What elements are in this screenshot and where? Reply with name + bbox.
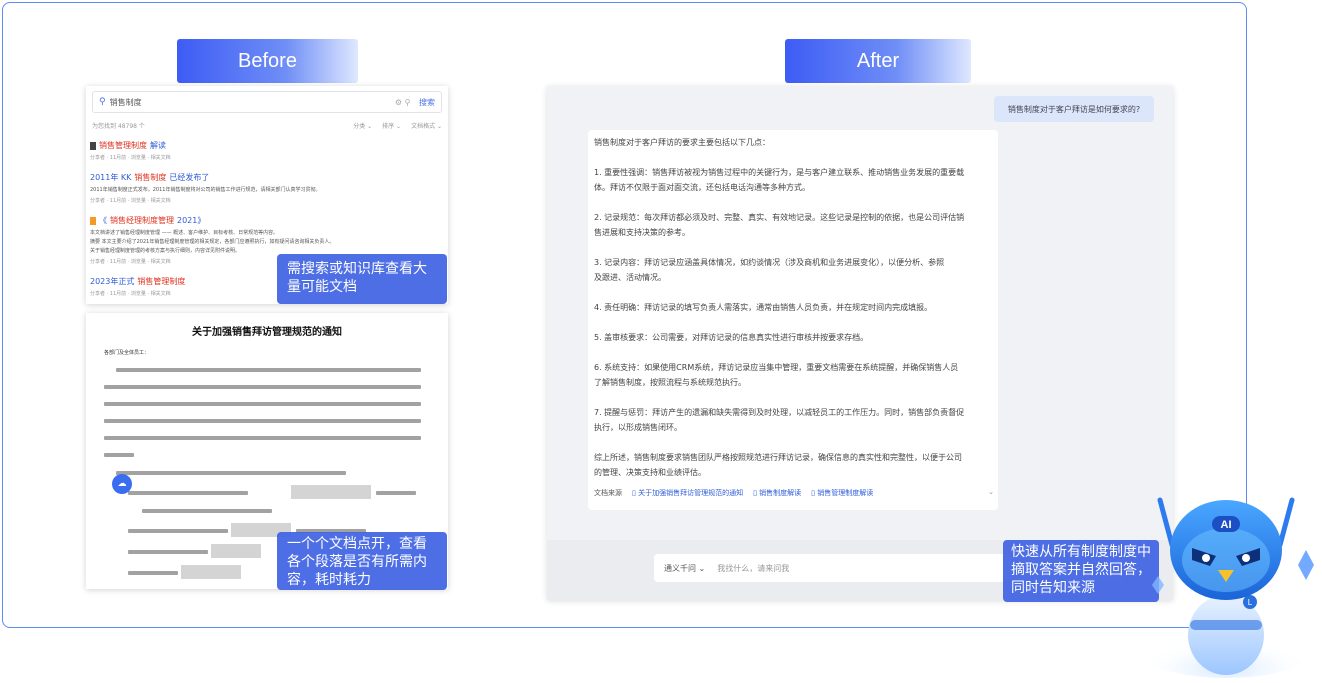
source-link[interactable]: ▯ 关于加强销售拜访管理规范的通知 xyxy=(632,488,743,498)
answer-line: 综上所述，销售制度要求销售团队严格按照规范进行拜访记录，确保信息的真实性和完整性… xyxy=(594,453,962,462)
result-snippet: 本文档讲述了销售经理制度管理 —— 概述、客户维护、目标考核、日常规范等内容。 xyxy=(90,230,279,236)
answer-line: 1. 重要性强调：销售拜访被视为销售过程中的关键行为，是与客户建立联系、推动销售… xyxy=(594,168,965,177)
sources-label: 文档来源 xyxy=(594,489,622,497)
mic-icon[interactable]: ⚙ ⚲ xyxy=(395,98,411,107)
source-link[interactable]: ▯ 销售制度解读 xyxy=(753,488,801,498)
chat-input-placeholder: 我找什么，请来问我 xyxy=(717,563,790,573)
doc-paragraph-line xyxy=(104,402,421,406)
search-icon: ⚲ xyxy=(99,97,106,107)
answer-line: 售进展和支持决策的参考。 xyxy=(594,228,690,237)
after-label: After xyxy=(785,39,971,83)
answer-line: 的管理、决策支持和业绩评估。 xyxy=(594,468,706,477)
answer-sources: 文档来源 ▯ 关于加强销售拜访管理规范的通知 ▯ 销售制度解读 ▯ 销售管理制度… xyxy=(594,488,994,498)
search-button[interactable]: 搜索 xyxy=(419,98,435,107)
doc-paragraph-line xyxy=(142,509,272,513)
doc-title: 关于加强销售拜访管理规范的通知 xyxy=(192,327,342,338)
filter-format[interactable]: 文档格式 ⌄ xyxy=(411,121,442,130)
doc-paragraph-line xyxy=(104,419,421,423)
answer-line: 体。拜访不仅限于面对面交流，还包括电话沟通等多种方式。 xyxy=(594,183,810,192)
result-snippet: 摘要 本文主要介绍了2021年销售经理制度管理的相关规定，各部门应遵照执行，如有… xyxy=(90,239,335,245)
before-label: Before xyxy=(177,39,358,83)
callout-document-pain: 一个个文档点开，查看各个段落是否有所需内容，耗时耗力 xyxy=(277,532,447,590)
search-query: 销售制度 xyxy=(109,97,142,107)
doc-paragraph-line xyxy=(116,471,346,475)
doc-paragraph-line xyxy=(104,453,134,457)
result-meta: 分享者 · 11月前 · 浏览量 · 相关文档 xyxy=(90,155,171,161)
answer-line: 了解销售制度，按照流程与系统规范执行。 xyxy=(594,378,746,387)
result-meta-row: 为您找到 48798 个 分类 ⌄ 排序 ⌄ 文档格式 ⌄ xyxy=(92,121,442,130)
filter-category[interactable]: 分类 ⌄ xyxy=(353,121,372,130)
chat-panel: 销售制度对于客户拜访是如何要求的? 销售制度对于客户拜访的要求主要包括以下几点：… xyxy=(547,86,1173,600)
answer-line: 5. 盖审核要求：公司需要，对拜访记录的信息真实性进行审核并按要求存档。 xyxy=(594,333,869,342)
model-select[interactable]: 通义千问 ⌄ xyxy=(664,563,705,574)
filter-group: 分类 ⌄ 排序 ⌄ 文档格式 ⌄ xyxy=(353,121,442,130)
robot-mascot-icon: L AI xyxy=(1136,497,1316,678)
chat-bubble-icon[interactable]: ☁ xyxy=(112,474,132,494)
result-title-highlight: 销售制度 xyxy=(134,173,167,182)
chevron-down-icon[interactable]: ⌄ xyxy=(988,488,994,498)
result-title-highlight: 销售管理制度 xyxy=(137,277,186,286)
answer-bubble: 销售制度对于客户拜访的要求主要包括以下几点： 1. 重要性强调：销售拜访被视为销售… xyxy=(588,130,998,510)
doc-paragraph-line xyxy=(128,571,178,575)
answer-line: 4. 责任明确：拜访记录的填写负责人需落实，通常由销售人员负责，并在规定时间内完… xyxy=(594,303,933,312)
document-icon xyxy=(90,216,96,225)
document-icon xyxy=(90,141,96,150)
callout-search-pain: 需搜索或知识库查看大量可能文档 xyxy=(277,254,447,304)
answer-line: 3. 记录内容：拜访记录应涵盖具体情况，如约谈情况（涉及商机和业务进展变化），以… xyxy=(594,258,945,267)
redacted-block xyxy=(181,565,241,579)
doc-paragraph-line xyxy=(128,550,208,554)
search-controls: ⚙ ⚲ 搜索 xyxy=(395,97,435,108)
result-title: 2023年正式 xyxy=(90,277,135,286)
doc-paragraph-line xyxy=(116,368,421,372)
user-question-bubble: 销售制度对于客户拜访是如何要求的? xyxy=(994,96,1154,122)
redacted-block xyxy=(291,485,371,499)
result-snippet: 2011年销售制度正式发布，2011年销售制度将对公司的销售工作进行规范，请相关… xyxy=(90,187,321,193)
svg-text:AI: AI xyxy=(1221,519,1232,531)
result-title-highlight: 销售经理制度管理 xyxy=(110,216,174,225)
search-input[interactable]: ⚲ 销售制度 ⚙ ⚲ 搜索 xyxy=(92,91,442,113)
result-count: 为您找到 48798 个 xyxy=(92,123,145,130)
answer-line: 销售制度对于客户拜访的要求主要包括以下几点： xyxy=(594,138,770,147)
svg-text:L: L xyxy=(1248,598,1253,607)
doc-paragraph-line xyxy=(104,436,421,440)
doc-greeting: 各部门及全体员工： xyxy=(104,350,150,356)
filter-sort[interactable]: 排序 ⌄ xyxy=(382,121,401,130)
result-meta: 分享者 · 11月前 · 浏览量 · 相关文档 xyxy=(90,198,171,204)
answer-line: 及跟进、活动情况。 xyxy=(594,273,666,282)
redacted-block xyxy=(211,544,261,558)
answer-line: 执行，以形成销售闭环。 xyxy=(594,423,682,432)
doc-paragraph-line xyxy=(128,491,248,495)
answer-line: 6. 系统支持：如果使用CRM系统，拜访记录应当集中管理，重要文档需要在系统提醒… xyxy=(594,363,959,372)
result-title: 解读 xyxy=(150,141,166,150)
result-title: 《 xyxy=(99,216,107,225)
doc-paragraph-line xyxy=(376,491,416,495)
doc-paragraph-line xyxy=(104,385,421,389)
result-title: 已经发布了 xyxy=(169,173,210,182)
result-title: 2011年 KK xyxy=(90,173,132,182)
answer-line: 7. 提醒与惩罚：拜访产生的遗漏和缺失需得到及时处理，以减轻员工的工作压力。同时… xyxy=(594,408,965,417)
doc-paragraph-line xyxy=(128,529,228,533)
result-title: 2021》 xyxy=(177,216,206,225)
list-item[interactable]: 销售管理制度 解读 分享者 · 11月前 · 浏览量 · 相关文档 xyxy=(90,140,442,161)
result-title-highlight: 销售管理制度 xyxy=(99,141,147,150)
list-item[interactable]: 2011年 KK 销售制度 已经发布了 2011年销售制度正式发布，2011年销售制… xyxy=(90,172,442,204)
source-link[interactable]: ▯ 销售管理制度解读 xyxy=(811,488,873,498)
answer-line: 2. 记录规范：每次拜访都必须及时、完整、真实、有效地记录。这些记录是控制的依据… xyxy=(594,213,965,222)
